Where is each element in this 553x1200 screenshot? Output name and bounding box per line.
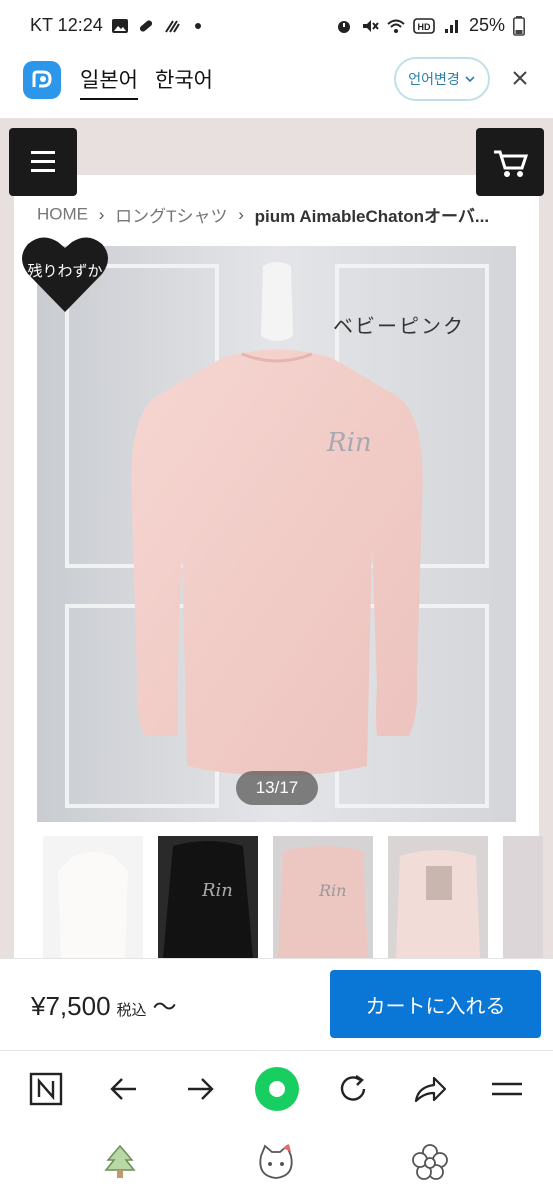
tree-icon bbox=[104, 1144, 136, 1178]
thumbnail-strip: Rin Rin bbox=[43, 836, 543, 958]
arrow-left-icon bbox=[110, 1078, 136, 1100]
close-icon[interactable] bbox=[508, 66, 532, 90]
chevron-right-icon: › bbox=[238, 204, 244, 224]
refresh-button[interactable] bbox=[333, 1069, 373, 1109]
price-display: ¥7,500 税込〜 bbox=[31, 987, 177, 1022]
papago-logo-icon[interactable] bbox=[23, 61, 61, 99]
thumbnail-partial bbox=[503, 836, 543, 958]
battery-percent: 25% bbox=[468, 15, 505, 35]
gallery-icon bbox=[111, 18, 128, 33]
arrow-right-icon bbox=[188, 1078, 214, 1100]
wifi-icon bbox=[387, 19, 405, 33]
screen: KT 12:24 HD 25% 일본어 한국어 언어변경 HOME › ロングT… bbox=[0, 0, 553, 1200]
back-button[interactable] bbox=[104, 1069, 144, 1109]
site-cart-button[interactable] bbox=[476, 128, 544, 196]
browser-menu-button[interactable] bbox=[487, 1069, 527, 1109]
breadcrumb: HOME › ロングTシャツ › pium AimableChatonオーバ..… bbox=[37, 202, 507, 227]
price-tilde: 〜 bbox=[152, 994, 177, 1021]
low-stock-badge: 残りわずか bbox=[27, 263, 103, 280]
chevron-right-icon: › bbox=[98, 204, 105, 224]
breadcrumb-home[interactable]: HOME bbox=[37, 205, 88, 224]
thumbnail-print-shirt bbox=[388, 836, 488, 958]
menu-line bbox=[31, 151, 55, 154]
svg-text:Rin: Rin bbox=[318, 881, 346, 900]
thumbnail[interactable]: Rin bbox=[158, 836, 258, 958]
flower-icon bbox=[412, 1144, 448, 1180]
naver-n-button[interactable] bbox=[26, 1069, 66, 1109]
refresh-icon bbox=[340, 1075, 366, 1101]
papago-logo-mark bbox=[32, 70, 52, 88]
thumbnail[interactable] bbox=[388, 836, 488, 958]
thumbnail-pink-shirt: Rin bbox=[273, 836, 373, 958]
browser-toolbar: N bbox=[0, 1050, 553, 1126]
cat-face-icon bbox=[259, 1144, 293, 1179]
carrier-time: KT 12:24 bbox=[30, 15, 103, 35]
chevron-down-icon bbox=[465, 76, 475, 83]
home-button[interactable] bbox=[255, 1142, 297, 1184]
tab-korean[interactable]: 한국어 bbox=[155, 64, 213, 94]
hd-icon: HD bbox=[413, 17, 435, 34]
breadcrumb-current: pium AimableChatonオーバ... bbox=[254, 207, 490, 226]
change-language-label: 언어변경 bbox=[408, 71, 460, 87]
battery-icon bbox=[513, 15, 525, 36]
menu-lines-icon bbox=[492, 1082, 522, 1096]
cart-icon bbox=[494, 150, 529, 177]
back-nav-button[interactable] bbox=[409, 1142, 451, 1184]
site-menu-button[interactable] bbox=[9, 128, 77, 196]
svg-text:Rin: Rin bbox=[326, 428, 372, 458]
translate-bar: 일본어 한국어 언어변경 bbox=[0, 52, 553, 118]
svg-text:HD: HD bbox=[417, 22, 430, 32]
image-counter: 13/17 bbox=[236, 771, 318, 805]
thumbnail-white-shirt bbox=[43, 836, 143, 958]
forward-button[interactable] bbox=[180, 1069, 220, 1109]
menu-line bbox=[31, 169, 55, 172]
menu-line bbox=[31, 160, 55, 163]
signal-lines-icon bbox=[164, 19, 180, 33]
cell-signal-icon bbox=[444, 19, 458, 33]
recent-apps-button[interactable] bbox=[99, 1142, 141, 1184]
thumbnail[interactable] bbox=[503, 836, 543, 958]
notification-dot bbox=[194, 22, 201, 29]
green-circle-icon bbox=[255, 1067, 299, 1111]
status-bar: KT 12:24 HD 25% bbox=[0, 0, 553, 52]
color-label: ベビーピンク bbox=[333, 314, 465, 338]
add-to-cart-button[interactable]: カートに入れる bbox=[330, 970, 541, 1038]
breadcrumb-category[interactable]: ロングTシャツ bbox=[115, 207, 227, 226]
thumbnail-black-shirt: Rin bbox=[158, 836, 258, 958]
share-button[interactable] bbox=[410, 1069, 450, 1109]
home-green-button[interactable] bbox=[254, 1066, 300, 1112]
tax-label: 税込 bbox=[116, 1002, 147, 1019]
alarm-icon bbox=[337, 20, 350, 33]
thumbnail[interactable]: Rin bbox=[273, 836, 373, 958]
thumbnail[interactable] bbox=[43, 836, 143, 958]
share-icon bbox=[414, 1076, 447, 1103]
mute-icon bbox=[362, 19, 379, 32]
system-nav-bar bbox=[0, 1126, 553, 1200]
tab-japanese[interactable]: 일본어 bbox=[80, 64, 138, 100]
pill-icon bbox=[139, 19, 152, 32]
price-value: ¥7,500 bbox=[31, 991, 111, 1021]
svg-text:Rin: Rin bbox=[201, 880, 233, 901]
change-language-button[interactable]: 언어변경 bbox=[394, 57, 490, 101]
status-left: KT 12:24 bbox=[30, 15, 201, 36]
status-right: HD 25% bbox=[335, 15, 525, 36]
naver-n-icon bbox=[29, 1072, 63, 1106]
purchase-bar: ¥7,500 税込〜 カートに入れる bbox=[0, 958, 553, 1050]
